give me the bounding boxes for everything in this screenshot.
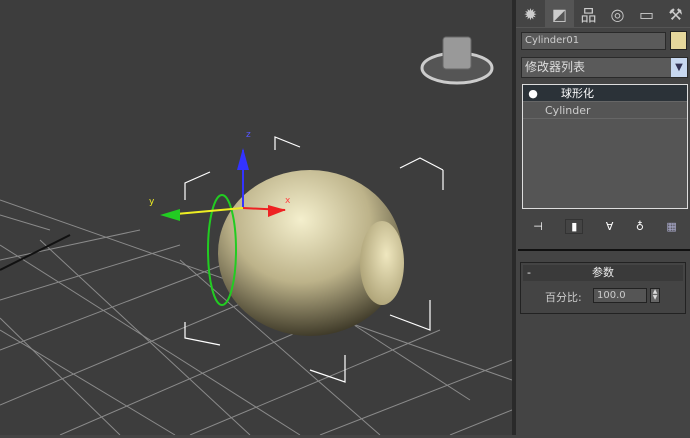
percent-input[interactable]: 100.0 (593, 288, 647, 303)
motion-icon[interactable]: ◎ (603, 0, 632, 28)
stack-item-label: 球形化 (561, 87, 594, 100)
x-axis-label: x (285, 196, 291, 206)
stack-item-label: Cylinder (545, 104, 591, 117)
cylinder-cap (360, 221, 404, 305)
pin-stack-icon[interactable]: ⊣ (533, 220, 543, 233)
show-end-result-icon[interactable]: ▮ (565, 218, 584, 234)
modify-icon[interactable]: ◩ (545, 0, 574, 28)
lightbulb-icon[interactable]: ● (523, 85, 543, 102)
stack-item-spherify[interactable]: ● 球形化 (523, 85, 687, 102)
make-unique-icon[interactable]: ∀ (606, 220, 614, 233)
create-icon[interactable]: ✹ (516, 0, 545, 28)
stack-toolbar: ⊣ ▮ ∀ ♁ ▦ (522, 214, 688, 238)
object-name-input[interactable]: Cylinder01 (521, 32, 666, 50)
rollout-header[interactable]: - 参数 (523, 265, 683, 281)
command-panel-tabs: ✹ ◩ 品 ◎ ▭ ⚒ (516, 0, 690, 28)
utilities-icon[interactable]: ⚒ (661, 0, 690, 28)
percent-spinner[interactable]: ▲ ▼ (650, 288, 660, 303)
perspective-viewport[interactable]: z x y (0, 0, 513, 436)
configure-modifier-sets-icon[interactable]: ▦ (666, 220, 676, 233)
command-panel: ✹ ◩ 品 ◎ ▭ ⚒ Cylinder01 修改器列表 ▼ ● 球形化 Cyli… (516, 0, 690, 435)
divider (518, 249, 690, 251)
collapse-icon[interactable]: - (527, 265, 531, 281)
modifier-list-label: 修改器列表 (525, 60, 586, 74)
percent-label: 百分比: (545, 291, 582, 304)
stack-item-cylinder[interactable]: Cylinder (523, 102, 687, 119)
modifier-stack: ● 球形化 Cylinder (522, 84, 688, 209)
hierarchy-icon[interactable]: 品 (574, 0, 603, 28)
viewcube[interactable] (420, 36, 494, 85)
z-axis-label: z (246, 130, 251, 140)
parameters-rollout: - 参数 百分比: 100.0 ▲ ▼ (520, 262, 686, 314)
chevron-down-icon[interactable]: ▼ (671, 58, 687, 77)
y-axis-label: y (149, 197, 155, 207)
rollout-title: 参数 (592, 266, 614, 279)
display-icon[interactable]: ▭ (632, 0, 661, 28)
object-color-swatch[interactable] (670, 31, 687, 50)
viewport-scene: z x y (0, 36, 513, 436)
modifier-list-dropdown[interactable]: 修改器列表 ▼ (521, 57, 688, 78)
remove-modifier-icon[interactable]: ♁ (636, 220, 644, 233)
